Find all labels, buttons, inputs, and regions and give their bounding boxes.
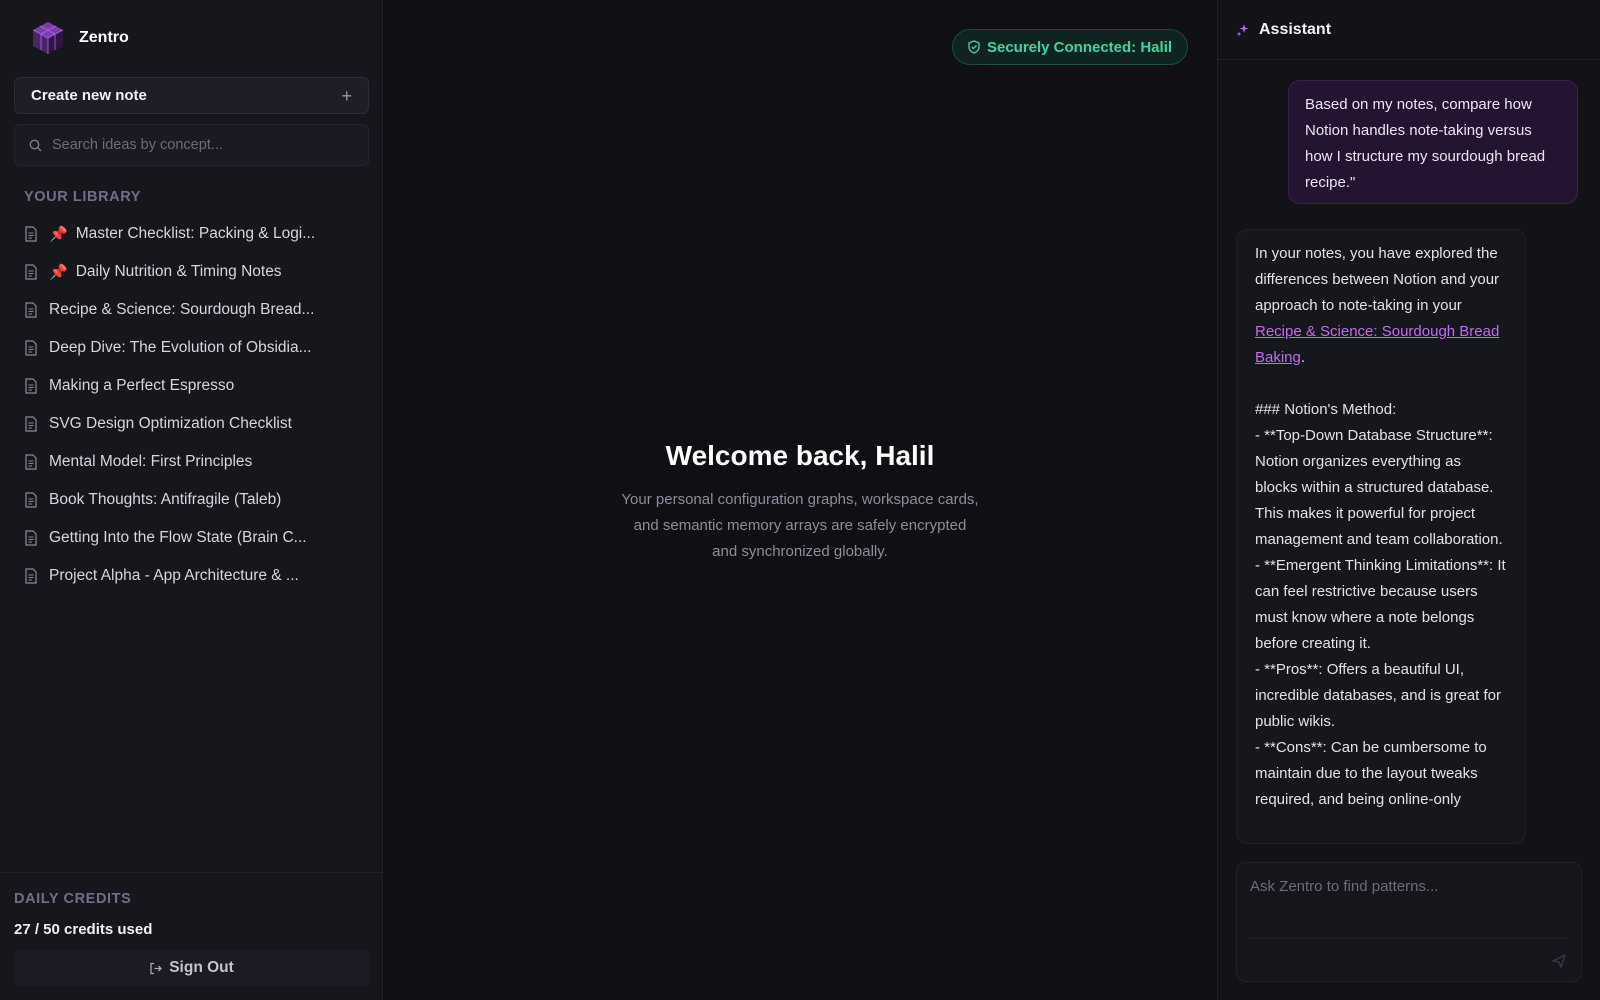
note-item[interactable]: SVG Design Optimization Checklist	[24, 405, 364, 443]
document-icon	[25, 340, 37, 356]
plus-icon: +	[341, 85, 352, 106]
brand[interactable]: Zentro	[30, 18, 129, 58]
note-title: Deep Dive: The Evolution of Obsidia...	[49, 339, 312, 356]
note-item[interactable]: Book Thoughts: Antifragile (Taleb)	[24, 481, 364, 519]
note-item[interactable]: Getting Into the Flow State (Brain C...	[24, 519, 364, 557]
search-icon	[29, 139, 42, 151]
pushpin-icon: 📌	[49, 264, 68, 281]
sign-out-icon	[150, 962, 163, 974]
document-icon	[25, 530, 37, 546]
assistant-header: Assistant	[1218, 0, 1600, 60]
note-title: SVG Design Optimization Checklist	[49, 415, 292, 432]
app-name: Zentro	[79, 29, 129, 46]
input-divider	[1247, 938, 1571, 939]
user-message: Based on my notes, compare how Notion ha…	[1288, 80, 1578, 204]
document-icon	[25, 416, 37, 432]
note-title: Recipe & Science: Sourdough Bread...	[49, 301, 315, 318]
sparkle-icon	[1236, 23, 1249, 36]
note-title: Mental Model: First Principles	[49, 453, 253, 470]
note-item[interactable]: Project Alpha - App Architecture & ...	[24, 557, 364, 595]
note-item[interactable]: Making a Perfect Espresso	[24, 367, 364, 405]
note-list: 📌 Master Checklist: Packing & Logi... 📌 …	[24, 215, 364, 595]
sidebar: Zentro Create new note + YOUR LIBRARY 📌 …	[0, 0, 383, 1000]
note-item[interactable]: 📌 Daily Nutrition & Timing Notes	[24, 253, 364, 291]
document-icon	[25, 226, 37, 242]
assistant-message-punct: .	[1300, 349, 1306, 366]
note-title: Getting Into the Flow State (Brain C...	[49, 529, 307, 546]
note-title: Book Thoughts: Antifragile (Taleb)	[49, 491, 282, 508]
note-item[interactable]: Mental Model: First Principles	[24, 443, 364, 481]
assistant-panel: Assistant Based on my notes, compare how…	[1217, 0, 1600, 1000]
shield-check-icon	[968, 40, 980, 54]
welcome-title: Welcome back, Halil	[665, 440, 935, 471]
document-icon	[25, 302, 37, 318]
sign-out-label: Sign Out	[169, 959, 234, 976]
document-icon	[25, 568, 37, 584]
note-title: Making a Perfect Espresso	[49, 377, 235, 394]
document-icon	[25, 454, 37, 470]
create-note-button[interactable]: Create new note +	[14, 77, 369, 114]
note-title: Master Checklist: Packing & Logi...	[75, 225, 316, 242]
search-input[interactable]	[52, 137, 354, 153]
document-icon	[25, 264, 37, 280]
sign-out-button[interactable]: Sign Out	[14, 949, 369, 987]
assistant-title: Assistant	[1259, 20, 1332, 38]
assistant-message-body: ### Notion's Method: - **Top-Down Databa…	[1255, 401, 1506, 808]
create-note-label: Create new note	[31, 87, 147, 104]
note-link[interactable]: Recipe & Science: Sourdough Bread Baking	[1255, 323, 1499, 366]
search-box[interactable]	[14, 124, 369, 166]
assistant-message: In your notes, you have explored the dif…	[1236, 229, 1526, 844]
note-title: Daily Nutrition & Timing Notes	[75, 263, 282, 280]
assistant-message-intro: In your notes, you have explored the dif…	[1255, 245, 1500, 314]
document-icon	[25, 492, 37, 508]
main-area: Securely Connected: Halil Welcome back, …	[384, 0, 1216, 1000]
chat-input[interactable]	[1237, 863, 1581, 939]
note-item[interactable]: 📌 Master Checklist: Packing & Logi...	[24, 215, 364, 253]
cube-logo-icon	[32, 22, 64, 54]
credits-panel: DAILY CREDITS 27 / 50 credits used Sign …	[0, 872, 383, 1000]
pushpin-icon: 📌	[49, 226, 68, 243]
send-icon[interactable]	[1551, 953, 1567, 969]
connection-status-badge: Securely Connected: Halil	[952, 29, 1188, 65]
connection-status-text: Securely Connected: Halil	[986, 38, 1173, 56]
welcome-subtitle: Your personal configuration graphs, work…	[621, 491, 979, 560]
note-item[interactable]: Deep Dive: The Evolution of Obsidia...	[24, 329, 364, 367]
credits-used: 27 / 50 credits used	[14, 921, 153, 938]
credits-heading: DAILY CREDITS	[14, 891, 132, 907]
document-icon	[25, 378, 37, 394]
chat-input-box[interactable]	[1236, 862, 1582, 982]
library-heading: YOUR LIBRARY	[24, 189, 142, 205]
note-item[interactable]: Recipe & Science: Sourdough Bread...	[24, 291, 364, 329]
note-title: Project Alpha - App Architecture & ...	[49, 567, 299, 584]
